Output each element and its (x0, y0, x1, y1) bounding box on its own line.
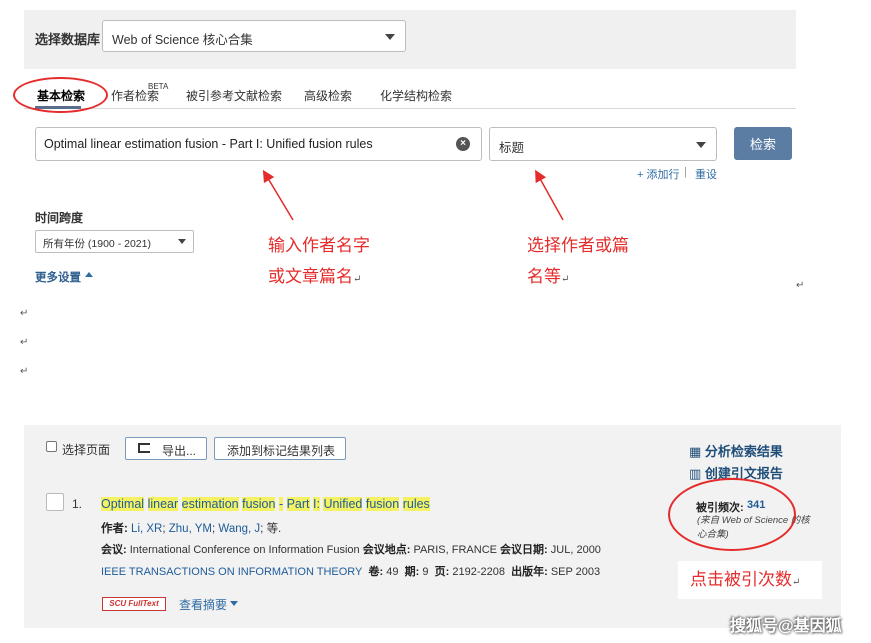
title-word: Unified (323, 497, 363, 511)
database-select-value: Web of Science 核心合集 (112, 33, 253, 47)
title-word: estimation (181, 497, 239, 511)
annotation-circle-cited (668, 478, 796, 551)
title-word: Optimal (101, 497, 145, 511)
title-word: Part (286, 497, 310, 511)
watermark: 搜狐号@基因狐 (730, 618, 842, 635)
annotation-line: 输入作者名字 (268, 236, 370, 256)
pages-label: 页: (434, 566, 450, 578)
more-settings-link[interactable]: 更多设置 (35, 269, 81, 285)
tab-advanced-search[interactable]: 高级检索 (304, 87, 352, 104)
annotation-circle-basic-tab (13, 77, 108, 113)
annotation-line: 名等 (527, 267, 561, 287)
reset-link[interactable]: 重设 (695, 166, 717, 182)
annotation-line: 点击被引次数 (690, 570, 792, 590)
clear-icon[interactable]: × (456, 137, 470, 151)
search-field-value: 标题 (499, 141, 525, 155)
view-abstract-link[interactable]: 查看摘要 (179, 596, 227, 613)
record-source: IEEE TRANSACTIONS ON INFORMATION THEORY … (101, 563, 600, 579)
author-link[interactable]: Li, XR (131, 523, 162, 535)
paragraph-mark: ↵ (20, 308, 29, 319)
add-row-link[interactable]: + 添加行 (637, 166, 679, 182)
database-label: 选择数据库 (35, 32, 101, 47)
tab-divider (24, 108, 796, 109)
year: SEP 2003 (550, 566, 601, 578)
search-button[interactable]: 检索 (734, 127, 792, 160)
paragraph-mark: ↵ (20, 366, 29, 377)
issue: 9 (422, 566, 429, 578)
analyze-results-link[interactable]: ▦ 分析检索结果 (689, 441, 783, 460)
database-select[interactable]: Web of Science 核心合集 (102, 20, 406, 52)
title-word: linear (147, 497, 179, 511)
arrow-to-search-input (262, 169, 294, 221)
export-label: 导出... (162, 444, 197, 458)
record-title-link[interactable]: Optimal linear estimation fusion - Part … (101, 497, 430, 511)
title-word: fusion (365, 497, 400, 511)
pages: 2192-2208 (452, 566, 505, 578)
conf-date: JUL, 2000 (550, 544, 601, 556)
volume: 49 (386, 566, 399, 578)
chevron-down-icon (230, 601, 238, 606)
timespan-value: 所有年份 (1900 - 2021) (43, 238, 151, 250)
paragraph-mark: ↵ (353, 274, 362, 285)
record-number: 1. (72, 497, 83, 511)
title-word: rules (402, 497, 430, 511)
add-to-marked-list-label: 添加到标记结果列表 (227, 444, 336, 458)
chevron-down-icon (178, 239, 186, 244)
authors-label: 作者: (101, 523, 128, 535)
annotation-author-hint: 输入作者名字 或文章篇名↵ (268, 231, 370, 295)
annotation-line: 选择作者或篇 (527, 236, 629, 256)
bar-chart-icon: ▥ (689, 466, 702, 481)
title-word: fusion (242, 497, 276, 511)
title-word: I: (313, 497, 320, 511)
annotation-line: 或文章篇名 (268, 267, 353, 287)
volume-label: 卷: (368, 566, 384, 578)
conf-location: PARIS, FRANCE (413, 544, 497, 556)
search-input-value: Optimal linear estimation fusion - Part … (44, 137, 373, 151)
chevron-down-icon (385, 34, 395, 40)
add-to-marked-list-button[interactable]: 添加到标记结果列表 (214, 437, 346, 460)
author-link[interactable]: Wang, J (218, 523, 260, 535)
scu-fulltext-button[interactable]: SCU FullText (102, 597, 166, 611)
record-conference: 会议: International Conference on Informat… (101, 541, 601, 557)
paragraph-mark: ↵ (561, 274, 570, 285)
arrow-to-field-select (535, 169, 564, 221)
tab-chemical-structure-search[interactable]: 化学结构检索 (380, 87, 452, 104)
timespan-label: 时间跨度 (35, 211, 84, 225)
conf-label: 会议: (101, 544, 127, 556)
issue-label: 期: (404, 566, 420, 578)
select-page-label[interactable]: 选择页面 (62, 441, 110, 458)
tab-cited-reference-search[interactable]: 被引参考文献检索 (186, 87, 282, 104)
paragraph-mark: ↵ (20, 337, 29, 348)
conf-location-label: 会议地点: (362, 544, 411, 556)
author-link[interactable]: Zhu, YM (169, 523, 212, 535)
chevron-up-icon (85, 272, 93, 277)
export-button[interactable]: 导出... (125, 437, 207, 460)
conf-name: International Conference on Information … (129, 544, 360, 556)
paragraph-mark: ↵ (792, 577, 801, 588)
year-label: 出版年: (511, 566, 548, 578)
select-page-checkbox[interactable] (46, 441, 57, 452)
authors-suffix: 等. (266, 523, 282, 535)
timespan-select[interactable]: 所有年份 (1900 - 2021) (35, 230, 194, 253)
annotation-field-hint: 选择作者或篇 名等↵ (527, 231, 629, 295)
beta-badge: BETA (148, 82, 169, 91)
search-input[interactable]: Optimal linear estimation fusion - Part … (35, 127, 482, 161)
search-field-select[interactable]: 标题 (489, 127, 717, 161)
title-word: - (278, 497, 284, 511)
analyze-icon: ▦ (689, 444, 702, 459)
export-icon (138, 443, 150, 453)
annotation-cited-hint: 点击被引次数↵ (690, 565, 800, 598)
record-checkbox[interactable] (46, 493, 64, 511)
journal-link[interactable]: IEEE TRANSACTIONS ON INFORMATION THEORY (101, 566, 362, 578)
record-authors: 作者: Li, XR; Zhu, YM; Wang, J; 等. (101, 523, 282, 535)
chevron-down-icon (696, 142, 706, 148)
analyze-results-label: 分析检索结果 (704, 444, 783, 459)
link-separator: | (684, 166, 687, 178)
conf-date-label: 会议日期: (500, 544, 548, 556)
paragraph-mark: ↵ (796, 280, 805, 291)
